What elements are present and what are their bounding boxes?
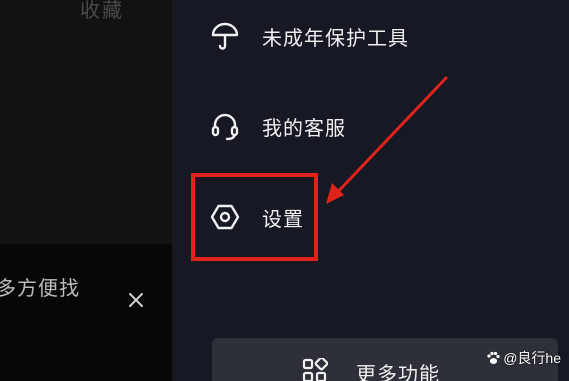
- toast-banner: [0, 244, 176, 381]
- close-icon[interactable]: [124, 288, 148, 312]
- watermark-text: @良行he: [503, 350, 561, 366]
- umbrella-icon: [208, 19, 242, 53]
- grid-icon: [302, 358, 328, 381]
- headset-icon: [208, 109, 242, 143]
- menu-item-customer-service[interactable]: 我的客服: [208, 106, 346, 146]
- paw-icon: [487, 351, 500, 364]
- menu-item-minor-protection[interactable]: 未成年保护工具: [208, 16, 409, 56]
- favorites-label[interactable]: 收藏: [80, 0, 124, 23]
- toast-text: 多方便找: [0, 276, 80, 300]
- watermark: @良行he: [485, 348, 561, 368]
- menu-item-label: 我的客服: [262, 115, 346, 140]
- more-features-label: 更多功能: [356, 362, 440, 381]
- menu-item-label: 未成年保护工具: [262, 25, 409, 50]
- highlight-box: [191, 173, 318, 261]
- app-screen: 收藏 多方便找 未成年保护工具 我的客服 设置 更多功能 @良行he: [0, 0, 569, 381]
